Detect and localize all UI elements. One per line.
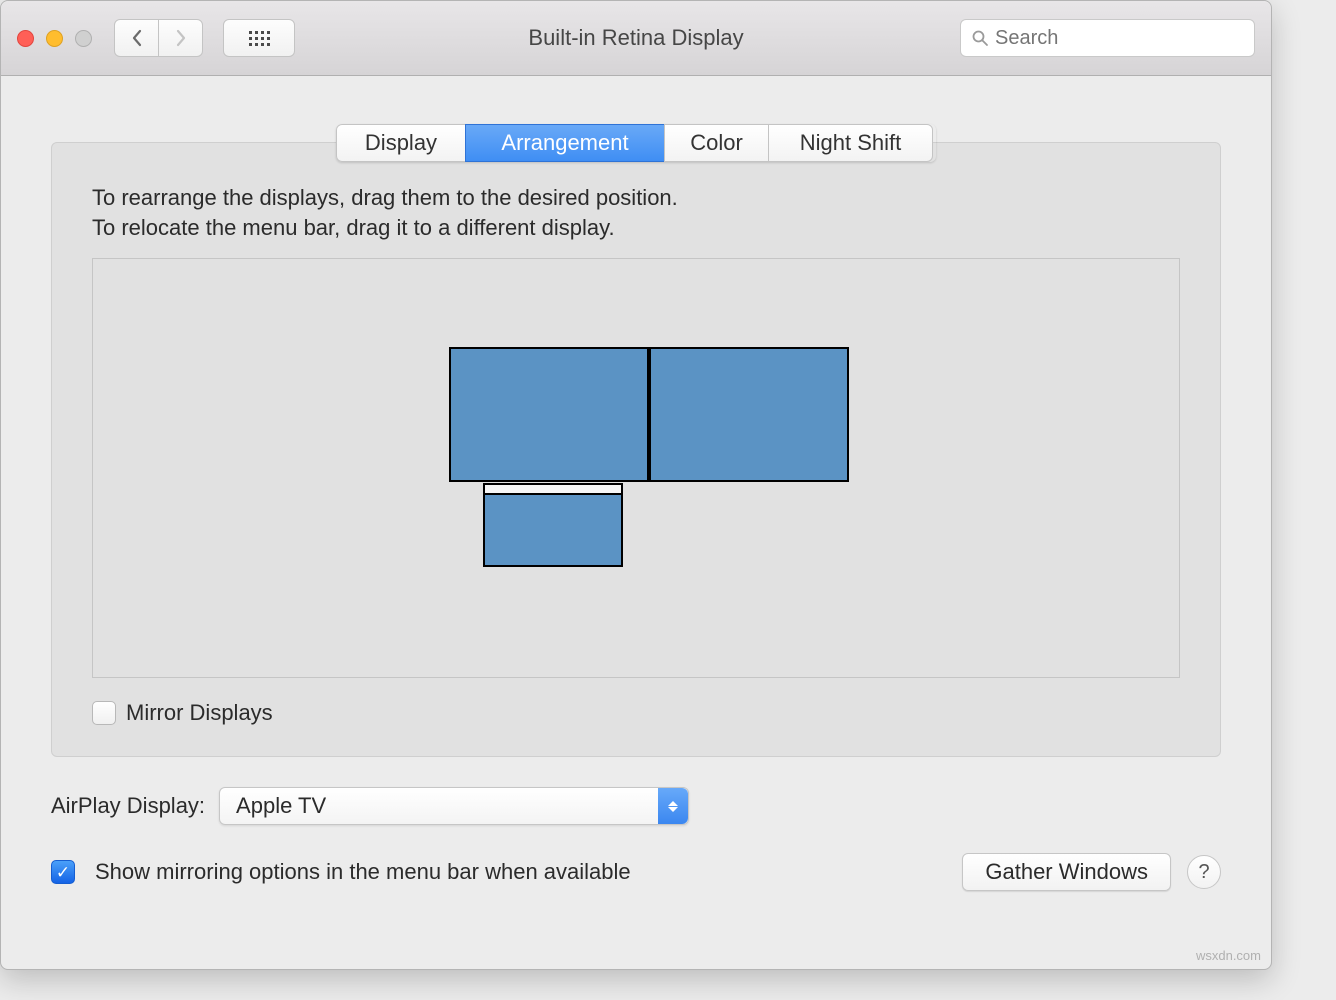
watermark: wsxdn.com	[1196, 948, 1261, 963]
tab-display[interactable]: Display	[336, 124, 466, 162]
window-title: Built-in Retina Display	[528, 25, 743, 51]
zoom-window-button	[75, 30, 92, 47]
arrangement-panel: To rearrange the displays, drag them to …	[51, 142, 1221, 757]
displays-arrangement-area[interactable]	[92, 258, 1180, 678]
display-builtin-primary[interactable]	[483, 483, 623, 567]
tab-bar: Display Arrangement Color Night Shift	[336, 124, 936, 162]
help-button[interactable]: ?	[1187, 855, 1221, 889]
instructions: To rearrange the displays, drag them to …	[92, 183, 1180, 242]
popup-arrows-icon	[658, 788, 688, 824]
check-icon: ✓	[56, 864, 70, 881]
help-icon: ?	[1198, 861, 1209, 884]
instruction-line-1: To rearrange the displays, drag them to …	[92, 183, 1180, 213]
nav-back-forward	[114, 19, 203, 57]
airplay-row: AirPlay Display: Apple TV	[51, 787, 1221, 825]
tab-arrangement[interactable]: Arrangement	[465, 124, 665, 162]
chevron-right-icon	[175, 29, 187, 47]
close-window-button[interactable]	[17, 30, 34, 47]
tab-color[interactable]: Color	[664, 124, 769, 162]
content: Display Arrangement Color Night Shift To…	[1, 124, 1271, 891]
display-external-left[interactable]	[449, 347, 649, 482]
search-field[interactable]	[960, 19, 1255, 57]
airplay-label: AirPlay Display:	[51, 793, 205, 819]
show-mirroring-checkbox[interactable]: ✓	[51, 860, 75, 884]
mirror-displays-row: Mirror Displays	[92, 700, 1180, 726]
airplay-selected-value: Apple TV	[236, 793, 326, 819]
airplay-display-popup[interactable]: Apple TV	[219, 787, 689, 825]
bottom-row: ✓ Show mirroring options in the menu bar…	[51, 853, 1221, 891]
chevron-left-icon	[131, 29, 143, 47]
search-input[interactable]	[995, 27, 1260, 50]
mirror-displays-checkbox[interactable]	[92, 701, 116, 725]
mirror-displays-label: Mirror Displays	[126, 700, 273, 726]
search-icon	[971, 29, 989, 47]
back-button[interactable]	[114, 19, 159, 57]
chevron-down-icon	[668, 807, 678, 812]
chevron-up-icon	[668, 801, 678, 806]
apps-grid-icon	[249, 31, 270, 46]
preferences-window: Built-in Retina Display Display Arrangem…	[0, 0, 1272, 970]
gather-windows-label: Gather Windows	[985, 859, 1148, 885]
show-mirroring-label: Show mirroring options in the menu bar w…	[95, 859, 631, 885]
menu-bar-indicator[interactable]	[485, 485, 621, 495]
show-all-preferences-button[interactable]	[223, 19, 295, 57]
gather-windows-button[interactable]: Gather Windows	[962, 853, 1171, 891]
forward-button	[158, 19, 203, 57]
tab-night-shift[interactable]: Night Shift	[768, 124, 933, 162]
display-external-right[interactable]	[649, 347, 849, 482]
instruction-line-2: To relocate the menu bar, drag it to a d…	[92, 213, 1180, 243]
traffic-lights	[17, 30, 92, 47]
lower-controls: AirPlay Display: Apple TV ✓ Show mirrori…	[1, 757, 1271, 891]
titlebar: Built-in Retina Display	[1, 1, 1271, 76]
minimize-window-button[interactable]	[46, 30, 63, 47]
